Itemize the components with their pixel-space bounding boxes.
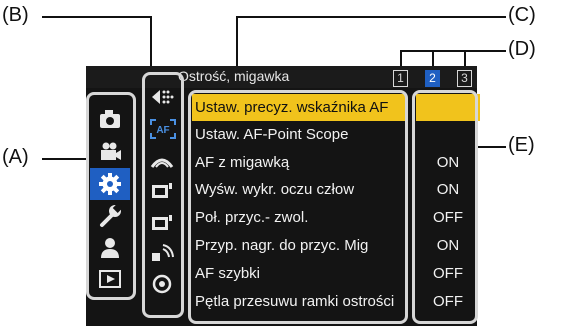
- bracket-a: [86, 92, 136, 300]
- page-3-button[interactable]: 3: [457, 70, 472, 87]
- bracket-e: [412, 90, 478, 324]
- page-1-button[interactable]: 1: [393, 70, 408, 87]
- bracket-c: [188, 90, 408, 324]
- callout-a-line: [42, 158, 88, 160]
- bracket-b: [142, 72, 184, 318]
- menu-title: Ostrość, migawka: [178, 68, 290, 84]
- callout-d: (D): [508, 38, 536, 60]
- callout-b: (B): [2, 4, 29, 26]
- callout-d-line: [400, 50, 506, 52]
- callout-e: (E): [508, 134, 535, 156]
- callout-c: (C): [508, 4, 536, 26]
- camera-menu-screen: Ostrość, migawka 1 2 3 AF Ustaw. precyz.…: [86, 66, 480, 326]
- callout-a: (A): [2, 146, 29, 168]
- callout-b-line: [42, 16, 152, 18]
- callout-c-line: [238, 16, 506, 18]
- page-2-button[interactable]: 2: [425, 70, 440, 87]
- callout-b-line-drop: [150, 16, 152, 68]
